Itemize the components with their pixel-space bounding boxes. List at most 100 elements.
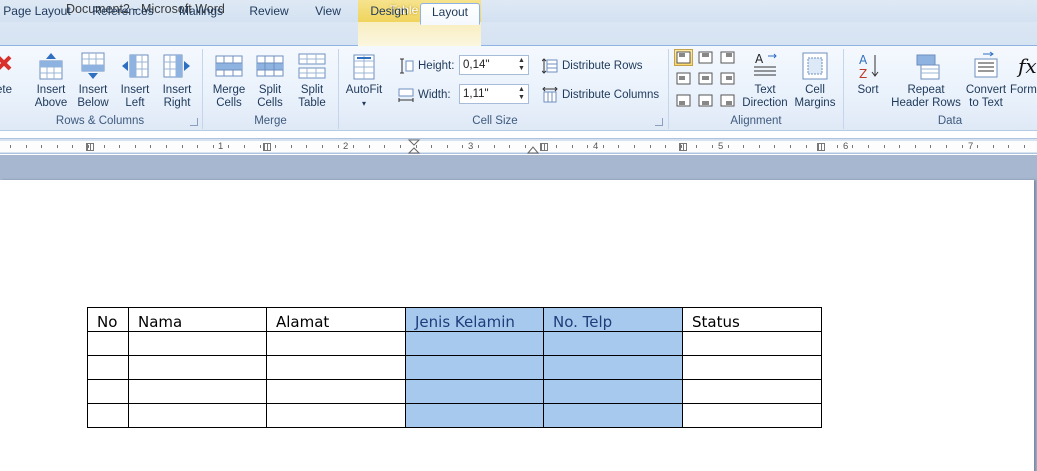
rows-columns-launcher-icon[interactable] (190, 118, 198, 126)
table-cell[interactable] (543, 403, 683, 428)
table-cell[interactable] (266, 403, 406, 428)
align-top-center-button[interactable] (696, 49, 715, 66)
width-spinner-icon[interactable]: ▲ ▼ (517, 86, 526, 102)
align-bottom-center-button[interactable] (696, 92, 715, 109)
ruler-tick (665, 145, 666, 148)
table-cell[interactable] (87, 379, 129, 404)
distribute-rows-button[interactable]: Distribute Rows (542, 58, 643, 74)
tab-layout[interactable]: Layout (420, 3, 480, 25)
ruler-tick (556, 145, 557, 148)
table-header-cell[interactable]: Jenis Kelamin (405, 307, 544, 332)
table-header-cell[interactable]: Status (682, 307, 822, 332)
table-cell[interactable] (128, 403, 267, 428)
table-cell[interactable] (266, 379, 406, 404)
right-indent-marker-icon[interactable] (527, 144, 539, 154)
indent-marker-icon[interactable] (407, 139, 421, 155)
ruler-tick (494, 145, 495, 148)
insert-left-button[interactable]: Insert Left (115, 51, 155, 110)
height-label: Height: (398, 58, 454, 74)
table-cell[interactable] (128, 331, 267, 356)
height-spinner-icon[interactable]: ▲ ▼ (517, 57, 526, 73)
table-cell[interactable] (405, 331, 544, 356)
column-marker-icon[interactable] (540, 143, 548, 151)
ruler-tick (743, 145, 744, 148)
ruler-tick (915, 145, 916, 148)
align-bottom-center-icon (698, 94, 713, 107)
tab-page-layout[interactable]: Page Layout (2, 3, 72, 24)
sort-button[interactable]: AZ Sort (850, 51, 886, 97)
column-width-icon (398, 88, 414, 102)
table-cell[interactable] (87, 355, 129, 380)
document-page[interactable]: No Nama Alamat Jenis Kelamin No. Telp St… (0, 180, 1034, 471)
table-cell[interactable] (543, 355, 683, 380)
align-top-left-button[interactable] (674, 49, 693, 66)
table-cell[interactable] (87, 331, 129, 356)
ruler-tick (41, 145, 42, 148)
text-direction-button[interactable]: A Text Direction (740, 51, 790, 110)
tab-view[interactable]: View (308, 3, 348, 24)
table-cell[interactable] (543, 331, 683, 356)
tab-review[interactable]: Review (244, 3, 294, 24)
distribute-columns-button[interactable]: Distribute Columns (542, 87, 659, 103)
table-cell[interactable] (266, 331, 406, 356)
merge-cells-button[interactable]: Merge Cells (208, 51, 250, 110)
cell-size-launcher-icon[interactable] (655, 118, 663, 126)
insert-right-button[interactable]: Insert Right (157, 51, 197, 110)
tab-references[interactable]: References (88, 3, 158, 24)
convert-to-text-button[interactable]: Convert to Text (964, 51, 1008, 110)
tab-design[interactable]: Design (364, 3, 414, 24)
width-input[interactable]: 1,11" ▲ ▼ (459, 84, 529, 104)
ruler-tick (618, 145, 619, 148)
table-cell[interactable] (682, 355, 822, 380)
table-cell[interactable] (682, 379, 822, 404)
align-bottom-right-button[interactable] (718, 92, 737, 109)
formula-icon: fx (1016, 54, 1037, 78)
table-cell[interactable] (682, 403, 822, 428)
insert-below-button[interactable]: Insert Below (73, 51, 113, 110)
insert-above-button[interactable]: Insert Above (31, 51, 71, 110)
ruler-tick (431, 145, 432, 148)
height-input[interactable]: 0,14" ▲ ▼ (459, 55, 529, 75)
table-header-cell[interactable]: Alamat (266, 307, 406, 332)
table-cell[interactable] (405, 379, 544, 404)
align-bottom-left-button[interactable] (674, 92, 693, 109)
align-middle-right-button[interactable] (718, 70, 737, 87)
horizontal-ruler[interactable]: 1 2 3 4 5 6 7 (0, 138, 1037, 154)
ruler-tick (166, 145, 167, 148)
convert-to-text-icon (974, 51, 998, 78)
table-header-cell[interactable]: No (87, 307, 129, 332)
table-cell[interactable] (87, 403, 129, 428)
column-marker-icon[interactable] (263, 143, 271, 151)
delete-button[interactable]: ete (0, 51, 20, 97)
cell-margins-button[interactable]: Cell Margins (792, 51, 838, 110)
ruler-tick (1008, 145, 1009, 148)
table-cell[interactable] (405, 355, 544, 380)
ruler-tick (650, 145, 651, 148)
align-top-center-icon (698, 51, 713, 64)
ruler-tick (260, 145, 261, 148)
tab-mailings[interactable]: Mailings (172, 3, 230, 24)
ruler-tick (462, 145, 463, 148)
split-cells-button[interactable]: Split Cells (250, 51, 290, 110)
table-cell[interactable] (266, 355, 406, 380)
table-row (87, 355, 822, 380)
table-cell[interactable] (128, 355, 267, 380)
align-middle-center-button[interactable] (696, 70, 715, 87)
align-middle-left-button[interactable] (674, 70, 693, 87)
ribbon-tabs (0, 22, 1037, 46)
table-cell[interactable] (682, 331, 822, 356)
table-header-cell[interactable]: Nama (128, 307, 267, 332)
autofit-button[interactable]: AutoFit ▾ (343, 51, 385, 110)
ruler-tick (774, 145, 775, 148)
align-top-right-button[interactable] (718, 49, 737, 66)
table-cell[interactable] (543, 379, 683, 404)
split-table-button[interactable]: Split Table (292, 51, 332, 110)
table-cell[interactable] (405, 403, 544, 428)
ruler-tick (57, 145, 58, 148)
table-header-cell[interactable]: No. Telp (543, 307, 683, 332)
ruler-tick (525, 145, 526, 148)
table-cell[interactable] (128, 379, 267, 404)
document-table[interactable]: No Nama Alamat Jenis Kelamin No. Telp St… (87, 307, 822, 428)
repeat-header-rows-button[interactable]: Repeat Header Rows (890, 51, 962, 110)
formula-button[interactable]: fx Form (1008, 51, 1037, 97)
